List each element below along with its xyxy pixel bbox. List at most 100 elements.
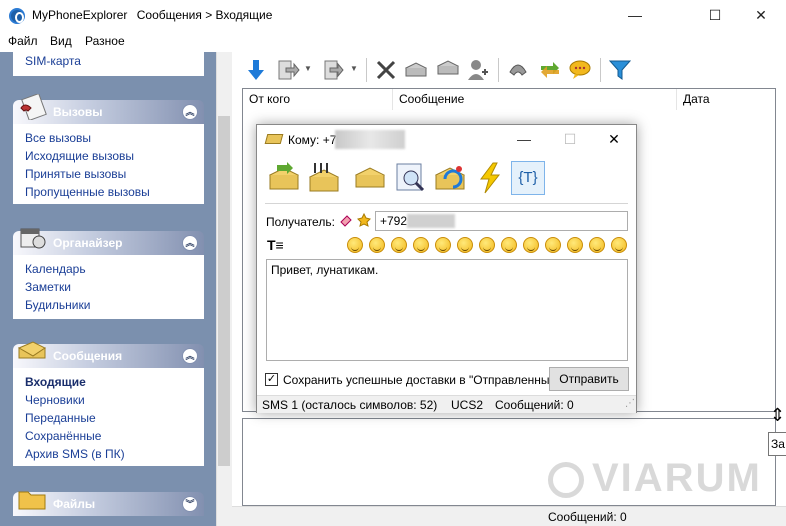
phone-list-icon <box>20 94 47 120</box>
minimize-button[interactable]: — <box>612 0 658 32</box>
eraser-icon[interactable] <box>339 213 353 227</box>
dialog-status-bar: SMS 1 (осталось символов: 52) UCS2 Сообщ… <box>257 395 636 413</box>
import-dropdown-icon[interactable]: ▼ <box>304 64 312 73</box>
folder-icon <box>18 491 46 510</box>
save-delivered-checkbox[interactable]: ✓ <box>265 373 278 386</box>
section-title-calls: Вызовы <box>53 105 103 119</box>
menu-misc[interactable]: Разное <box>85 34 125 48</box>
app-name: MyPhoneExplorer <box>32 8 128 22</box>
column-header-message[interactable]: Сообщение <box>393 89 677 110</box>
watermark-logo-icon <box>548 462 584 498</box>
smiley-icon[interactable] <box>589 237 605 253</box>
send-button[interactable]: Отправить <box>549 367 629 391</box>
sidebar-item-saved[interactable]: Сохранённые <box>25 429 101 443</box>
status-message-count: Сообщений: 0 <box>548 510 627 524</box>
dialog-minimize-button[interactable]: — <box>501 125 547 155</box>
filter-icon[interactable] <box>608 58 632 82</box>
section-header-messages[interactable]: Сообщения ︽ <box>13 341 204 368</box>
section-title-files: Файлы <box>53 497 96 511</box>
compose-sms-dialog: Кому: +79 — ☐ ✕ {T} Получатель: +792 T≡ … <box>256 124 637 413</box>
window-path: Сообщения > Входящие <box>136 8 273 22</box>
sidebar-item-received-calls[interactable]: Принятые вызовы <box>25 167 126 181</box>
send-multiple-icon[interactable] <box>307 161 341 195</box>
sidebar-item-alarms[interactable]: Будильники <box>25 298 90 312</box>
sidebar-item-sent[interactable]: Переданные <box>25 411 96 425</box>
delete-icon[interactable] <box>374 58 398 82</box>
sidebar-item-drafts[interactable]: Черновики <box>25 393 85 407</box>
smiley-icon[interactable] <box>611 237 627 253</box>
sidebar-item-missed-calls[interactable]: Пропущенные вызовы <box>25 185 150 199</box>
menu-view[interactable]: Вид <box>50 34 72 48</box>
dialog-maximize-button: ☐ <box>563 131 577 147</box>
smiley-icon[interactable] <box>501 237 517 253</box>
toolbar-separator <box>600 58 601 82</box>
dialog-close-button[interactable]: ✕ <box>591 125 637 155</box>
dialog-divider <box>265 203 628 204</box>
download-arrow-icon[interactable] <box>244 58 268 82</box>
flash-sms-icon[interactable] <box>473 161 507 195</box>
collapse-calls-icon[interactable]: ︽ <box>182 104 198 120</box>
section-header-files[interactable]: Файлы ︾ <box>13 491 204 516</box>
sidebar-item-sms-archive[interactable]: Архив SMS (в ПК) <box>25 447 125 461</box>
template-icon[interactable]: {T} <box>511 161 545 195</box>
export-dropdown-icon[interactable]: ▼ <box>350 64 358 73</box>
smiley-icon[interactable] <box>567 237 583 253</box>
smiley-icon[interactable] <box>347 237 363 253</box>
sidebar-scrollbar-thumb[interactable] <box>218 116 230 466</box>
send-message-icon[interactable] <box>267 161 301 195</box>
favorite-star-icon[interactable] <box>357 213 371 227</box>
collapse-messages-icon[interactable]: ︽ <box>182 348 198 364</box>
watermark-text: VIARUM <box>592 456 762 500</box>
sidebar-item-calendar[interactable]: Календарь <box>25 262 86 276</box>
close-button[interactable]: ✕ <box>738 0 784 32</box>
section-header-calls[interactable]: Вызовы ︽ <box>13 94 204 124</box>
smiley-icon[interactable] <box>413 237 429 253</box>
import-icon[interactable] <box>276 58 300 82</box>
main-toolbar: ▼ ▼ <box>232 52 786 88</box>
redacted-recipient <box>407 214 455 228</box>
recipient-label: Получатель: <box>266 215 335 229</box>
sync-icon[interactable] <box>538 58 562 82</box>
sidebar-item-notes[interactable]: Заметки <box>25 280 71 294</box>
smiley-icon[interactable] <box>369 237 385 253</box>
sim-section: SIM-карта <box>13 52 204 76</box>
text-format-icon[interactable]: T≡ <box>267 237 284 253</box>
chat-bubble-icon[interactable] <box>568 58 592 82</box>
organizer-icon <box>20 228 46 249</box>
sidebar-item-all-calls[interactable]: Все вызовы <box>25 131 91 145</box>
smiley-icon[interactable] <box>523 237 539 253</box>
export-icon[interactable] <box>322 58 346 82</box>
smiley-icon[interactable] <box>391 237 407 253</box>
smiley-icon[interactable] <box>545 237 561 253</box>
message-textarea[interactable]: Привет, лунатикам. <box>266 259 628 361</box>
sms-count-status: SMS 1 (осталось символов: 52) <box>262 398 438 412</box>
collapse-organizer-icon[interactable]: ︽ <box>182 235 198 251</box>
preview-search-icon[interactable] <box>393 161 427 195</box>
contact-icon[interactable] <box>466 58 490 82</box>
status-bar <box>232 506 786 526</box>
phone-call-icon[interactable] <box>506 58 530 82</box>
section-title-messages: Сообщения <box>53 349 123 363</box>
section-header-organizer[interactable]: Органайзер ︽ <box>13 228 204 255</box>
encoding-status: UCS2 <box>451 398 484 412</box>
smiley-icon[interactable] <box>479 237 495 253</box>
maximize-button[interactable]: ☐ <box>692 0 738 32</box>
toolbar-separator <box>498 58 499 82</box>
forward-icon[interactable] <box>436 58 460 82</box>
smiley-icon[interactable] <box>457 237 473 253</box>
drafts-icon[interactable] <box>353 161 387 195</box>
column-header-from[interactable]: От кого <box>243 89 393 110</box>
section-title-organizer: Органайзер <box>53 236 123 250</box>
reload-envelope-icon[interactable] <box>433 161 467 195</box>
menu-file[interactable]: Файл <box>8 34 38 48</box>
reply-icon[interactable] <box>404 58 428 82</box>
envelope-icon <box>17 341 46 359</box>
expand-files-icon[interactable]: ︾ <box>182 496 198 512</box>
resize-grip-icon[interactable]: ⋰ <box>625 398 635 409</box>
sidebar-item-inbox[interactable]: Входящие <box>25 375 86 389</box>
smiley-icon[interactable] <box>435 237 451 253</box>
app-logo-icon <box>9 8 25 24</box>
sidebar-item-sim[interactable]: SIM-карта <box>25 54 81 68</box>
sidebar-item-outgoing-calls[interactable]: Исходящие вызовы <box>25 149 134 163</box>
column-header-date[interactable]: Дата <box>677 89 775 110</box>
